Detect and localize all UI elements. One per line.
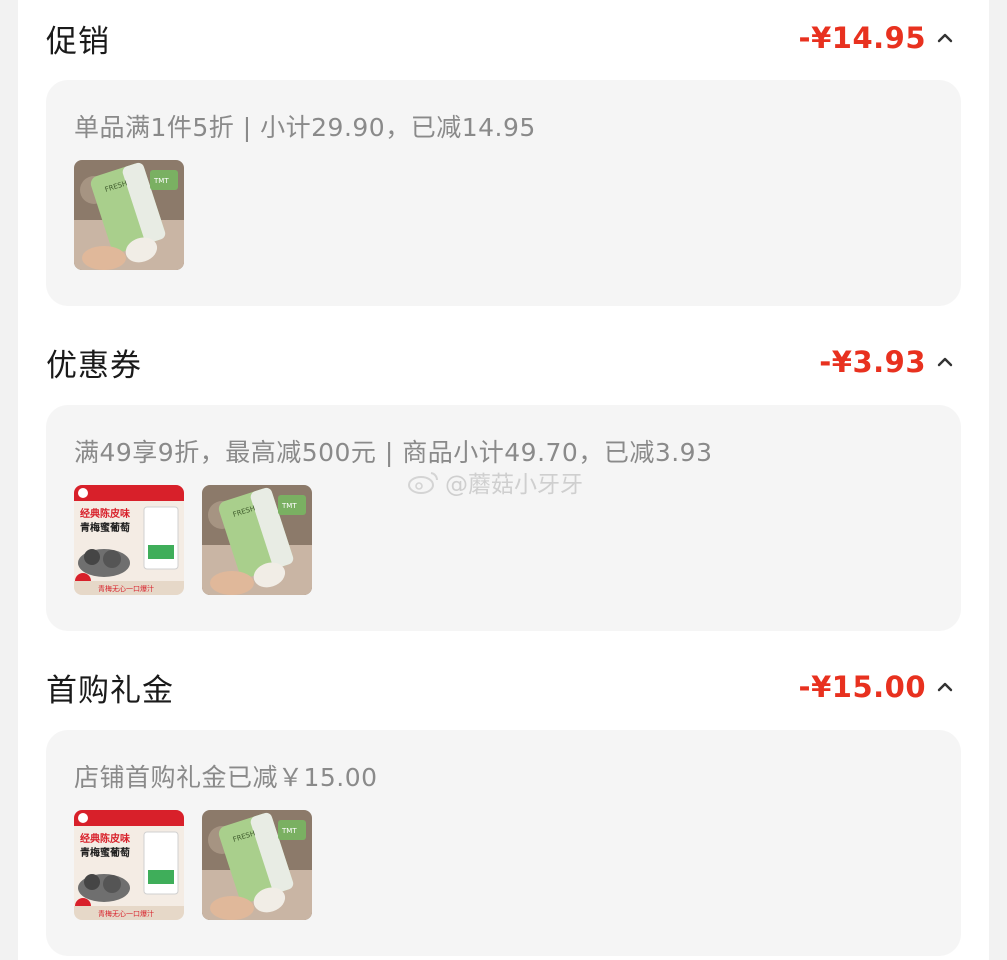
watermark-text: @蘑菇小牙牙 [445, 472, 583, 498]
coupon-card: 满49享9折，最高减500元 | 商品小计49.70，已减3.93 经典陈皮味 … [46, 405, 961, 631]
coupon-amount-toggle[interactable]: -¥3.93 [819, 345, 956, 379]
face-wash-image: FRESH TMT [74, 160, 184, 270]
product-thumbnail-face-wash[interactable]: FRESH TMT [74, 160, 184, 270]
weibo-icon [408, 472, 439, 494]
coupon-amount: -¥3.93 [819, 345, 926, 379]
first-purchase-products: 经典陈皮味 青梅蜜葡萄 青梅无心一口爆汁 FRESH TMT [74, 810, 312, 920]
promotion-products: FRESH TMT [74, 160, 184, 270]
face-wash-badge: TMT [281, 827, 297, 835]
plum-grape-line2: 青梅蜜葡萄 [80, 521, 130, 534]
chevron-up-icon [937, 357, 953, 367]
face-wash-image: FRESH TMT [202, 485, 312, 595]
product-thumbnail-face-wash[interactable]: FRESH TMT [202, 810, 312, 920]
first-purchase-amount-toggle[interactable]: -¥15.00 [799, 670, 956, 704]
face-wash-image: FRESH TMT [202, 810, 312, 920]
chevron-up-icon [937, 33, 953, 43]
face-wash-badge: TMT [281, 502, 297, 510]
coupon-detail: 满49享9折，最高减500元 | 商品小计49.70，已减3.93 [74, 438, 713, 467]
first-purchase-title: 首购礼金 [46, 672, 174, 709]
coupon-products: 经典陈皮味 青梅蜜葡萄 青梅无心一口爆汁 FRESH TMT [74, 485, 312, 595]
face-wash-badge: TMT [153, 177, 169, 185]
product-thumbnail-plum-grape[interactable]: 经典陈皮味 青梅蜜葡萄 青梅无心一口爆汁 [74, 810, 184, 920]
product-thumbnail-face-wash[interactable]: FRESH TMT [202, 485, 312, 595]
plum-grape-footer: 青梅无心一口爆汁 [98, 909, 154, 918]
promotion-card: 单品满1件5折 | 小计29.90，已减14.95 FRESH TMT [46, 80, 961, 306]
first-purchase-card: 店铺首购礼金已减￥15.00 经典陈皮味 青梅蜜葡萄 青梅无心一口爆汁 FRES… [46, 730, 961, 956]
promotion-detail: 单品满1件5折 | 小计29.90，已减14.95 [74, 113, 536, 142]
first-purchase-amount: -¥15.00 [798, 670, 926, 704]
watermark: @蘑菇小牙牙 [407, 465, 583, 499]
promotion-amount: -¥14.95 [798, 21, 926, 55]
coupon-title: 优惠券 [46, 347, 142, 384]
promotion-amount-toggle[interactable]: -¥14.95 [799, 21, 956, 55]
plum-grape-footer: 青梅无心一口爆汁 [98, 584, 154, 593]
promotion-title: 促销 [46, 23, 110, 60]
product-thumbnail-plum-grape[interactable]: 经典陈皮味 青梅蜜葡萄 青梅无心一口爆汁 [74, 485, 184, 595]
plum-grape-line1: 经典陈皮味 [80, 832, 130, 845]
first-purchase-header[interactable]: 首购礼金 -¥15.00 [46, 657, 956, 717]
plum-grape-line2: 青梅蜜葡萄 [80, 846, 130, 859]
plum-grape-image: 经典陈皮味 青梅蜜葡萄 青梅无心一口爆汁 [74, 810, 184, 920]
first-purchase-detail: 店铺首购礼金已减￥15.00 [74, 763, 378, 792]
coupon-header[interactable]: 优惠券 -¥3.93 [46, 332, 956, 392]
chevron-up-icon [937, 682, 953, 692]
plum-grape-line1: 经典陈皮味 [80, 507, 130, 520]
plum-grape-image: 经典陈皮味 青梅蜜葡萄 青梅无心一口爆汁 [74, 485, 184, 595]
promotion-header[interactable]: 促销 -¥14.95 [46, 8, 956, 68]
